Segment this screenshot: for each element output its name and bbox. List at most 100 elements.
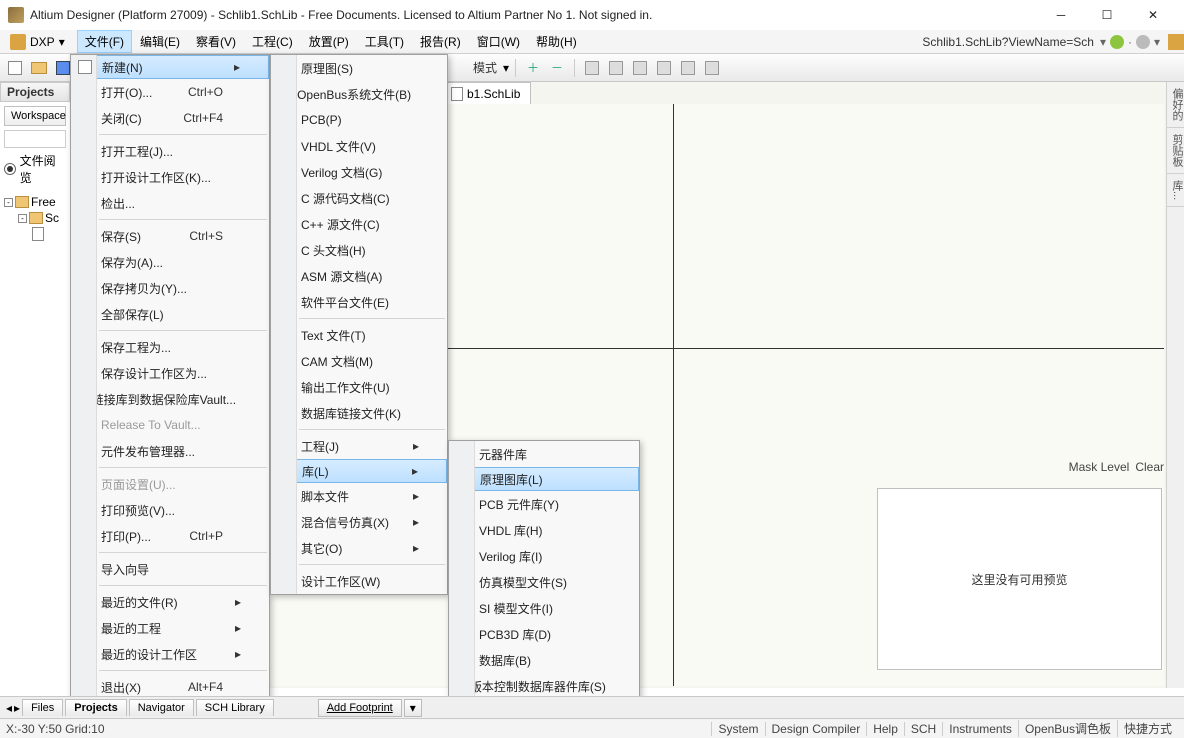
file-menu-item-5[interactable]: 打开设计工作区(K)... — [71, 164, 269, 190]
clear-button[interactable]: Clear — [1135, 460, 1164, 474]
maximize-button[interactable]: ☐ — [1084, 0, 1130, 30]
new-menu-item-17[interactable]: 库(L)▸ — [271, 459, 447, 483]
new-menu-item-14[interactable]: 数据库链接文件(K) — [271, 400, 447, 426]
lib-menu-item-2[interactable]: PCB 元件库(Y) — [449, 491, 639, 517]
menu-edit[interactable]: 编辑(E) — [132, 30, 188, 53]
new-menu-item-19[interactable]: 混合信号仿真(X)▸ — [271, 509, 447, 535]
new-menu-item-12[interactable]: CAM 文档(M) — [271, 348, 447, 374]
close-button[interactable]: ✕ — [1130, 0, 1176, 30]
file-menu-item-27[interactable]: 最近的设计工作区▸ — [71, 641, 269, 667]
file-menu-item-2[interactable]: 关闭(C)Ctrl+F4 — [71, 105, 269, 131]
file-menu-item-6[interactable]: 检出... — [71, 190, 269, 216]
new-menu-item-0[interactable]: 原理图(S) — [271, 55, 447, 81]
file-menu-item-17[interactable]: 元件发布管理器... — [71, 438, 269, 464]
new-menu-item-7[interactable]: C 头文档(H) — [271, 237, 447, 263]
rtab-clip[interactable]: 剪贴板 — [1167, 128, 1184, 174]
menu-file[interactable]: 文件(F) — [77, 30, 132, 53]
lib-menu-item-0[interactable]: 元器件库 — [449, 441, 639, 467]
status-compiler[interactable]: Design Compiler — [765, 722, 867, 736]
file-menu-item-11[interactable]: 全部保存(L) — [71, 301, 269, 327]
lib-menu-item-6[interactable]: SI 模型文件(I) — [449, 595, 639, 621]
home-button[interactable] — [1168, 34, 1184, 50]
tree-root[interactable]: Free — [31, 195, 56, 209]
file-menu-item-21[interactable]: 打印(P)...Ctrl+P — [71, 523, 269, 549]
new-menu-item-5[interactable]: C 源代码文档(C) — [271, 185, 447, 211]
lib-menu-item-5[interactable]: 仿真模型文件(S) — [449, 569, 639, 595]
menu-project[interactable]: 工程(C) — [244, 30, 301, 53]
lib-menu-item-8[interactable]: 数据库(B) — [449, 647, 639, 673]
mode-dropdown-icon[interactable]: ▾ — [503, 61, 509, 75]
lib-menu-item-1[interactable]: 原理图库(L) — [449, 467, 639, 491]
file-menu-item-9[interactable]: 保存为(A)... — [71, 249, 269, 275]
file-menu-item-25[interactable]: 最近的文件(R)▸ — [71, 589, 269, 615]
file-menu-item-26[interactable]: 最近的工程▸ — [71, 615, 269, 641]
menu-report[interactable]: 报告(R) — [412, 30, 469, 53]
new-menu-item-22[interactable]: 设计工作区(W) — [271, 568, 447, 594]
menu-view[interactable]: 察看(V) — [188, 30, 244, 53]
document-tab[interactable]: b1.SchLib — [440, 82, 531, 104]
file-menu-item-0[interactable]: 新建(N)▸ — [71, 55, 269, 79]
new-menu-item-4[interactable]: Verilog 文档(G) — [271, 159, 447, 185]
tab-navigator[interactable]: Navigator — [129, 699, 194, 716]
status-shortcut[interactable]: 快捷方式 — [1117, 720, 1178, 737]
status-sch[interactable]: SCH — [904, 722, 942, 736]
minimize-button[interactable]: ─ — [1038, 0, 1084, 30]
tool-d[interactable] — [653, 57, 675, 79]
new-menu-item-1[interactable]: OpenBus系统文件(B) — [271, 81, 447, 107]
menu-window[interactable]: 窗口(W) — [469, 30, 528, 53]
new-menu-item-3[interactable]: VHDL 文件(V) — [271, 133, 447, 159]
new-menu-item-18[interactable]: 脚本文件▸ — [271, 483, 447, 509]
collapse-icon[interactable]: - — [4, 198, 13, 207]
new-menu-item-11[interactable]: Text 文件(T) — [271, 322, 447, 348]
tool-grid[interactable] — [677, 57, 699, 79]
file-menu-item-23[interactable]: 导入向导 — [71, 556, 269, 582]
menu-place[interactable]: 放置(P) — [301, 30, 357, 53]
tab-schlibrary[interactable]: SCH Library — [196, 699, 274, 716]
tool-b[interactable] — [605, 57, 627, 79]
lib-menu-item-7[interactable]: PCB3D 库(D) — [449, 621, 639, 647]
file-menu-item-10[interactable]: 保存拷贝为(Y)... — [71, 275, 269, 301]
tool-e[interactable] — [701, 57, 723, 79]
tab-projects[interactable]: Projects — [65, 699, 126, 716]
tabs-scroll-right[interactable]: ▸ — [14, 701, 20, 715]
tree-child[interactable]: Sc — [45, 211, 59, 225]
nav-fwd-button[interactable] — [1136, 35, 1150, 49]
workspace-button[interactable]: Workspace — [4, 106, 66, 126]
file-menu-item-14[interactable]: 保存设计工作区为... — [71, 360, 269, 386]
new-menu-item-2[interactable]: PCB(P) — [271, 107, 447, 133]
tool-new[interactable] — [4, 57, 26, 79]
new-menu-item-13[interactable]: 输出工作文件(U) — [271, 374, 447, 400]
new-menu-item-20[interactable]: 其它(O)▸ — [271, 535, 447, 561]
tool-plus[interactable]: ＋ — [522, 57, 544, 79]
file-menu-item-20[interactable]: 打印预览(V)... — [71, 497, 269, 523]
rtab-lib[interactable]: 库... — [1167, 174, 1184, 207]
file-menu-item-1[interactable]: 打开(O)...Ctrl+O — [71, 79, 269, 105]
workspace-field[interactable] — [4, 130, 66, 148]
file-menu-item-8[interactable]: 保存(S)Ctrl+S — [71, 223, 269, 249]
rtab-fav[interactable]: 偏好的 — [1167, 82, 1184, 128]
new-menu-item-8[interactable]: ASM 源文档(A) — [271, 263, 447, 289]
file-browse-radio[interactable] — [4, 163, 16, 175]
lib-menu-item-4[interactable]: Verilog 库(I) — [449, 543, 639, 569]
lib-menu-item-3[interactable]: VHDL 库(H) — [449, 517, 639, 543]
project-tree[interactable]: -Free -Sc — [0, 190, 70, 246]
status-help[interactable]: Help — [866, 722, 904, 736]
file-menu-item-13[interactable]: 保存工程为... — [71, 334, 269, 360]
tool-open[interactable] — [28, 57, 50, 79]
menu-help[interactable]: 帮助(H) — [528, 30, 585, 53]
menu-tools[interactable]: 工具(T) — [357, 30, 412, 53]
add-footprint-dropdown[interactable]: ▾ — [404, 699, 422, 717]
tabs-scroll-left[interactable]: ◂ — [6, 701, 12, 715]
add-footprint-button[interactable]: Add Footprint — [318, 699, 402, 717]
file-menu-item-15[interactable]: 链接库到数据保险库Vault... — [71, 386, 269, 412]
status-system[interactable]: System — [711, 722, 764, 736]
tab-files[interactable]: Files — [22, 699, 63, 716]
file-menu-item-4[interactable]: 打开工程(J)... — [71, 138, 269, 164]
new-menu-item-9[interactable]: 软件平台文件(E) — [271, 289, 447, 315]
dxp-button[interactable]: DXP ▾ — [4, 32, 71, 52]
status-instruments[interactable]: Instruments — [942, 722, 1018, 736]
mask-level-button[interactable]: Mask Level — [1069, 460, 1130, 474]
nav-back-button[interactable] — [1110, 35, 1124, 49]
status-openbus[interactable]: OpenBus调色板 — [1018, 720, 1117, 737]
tool-a[interactable] — [581, 57, 603, 79]
